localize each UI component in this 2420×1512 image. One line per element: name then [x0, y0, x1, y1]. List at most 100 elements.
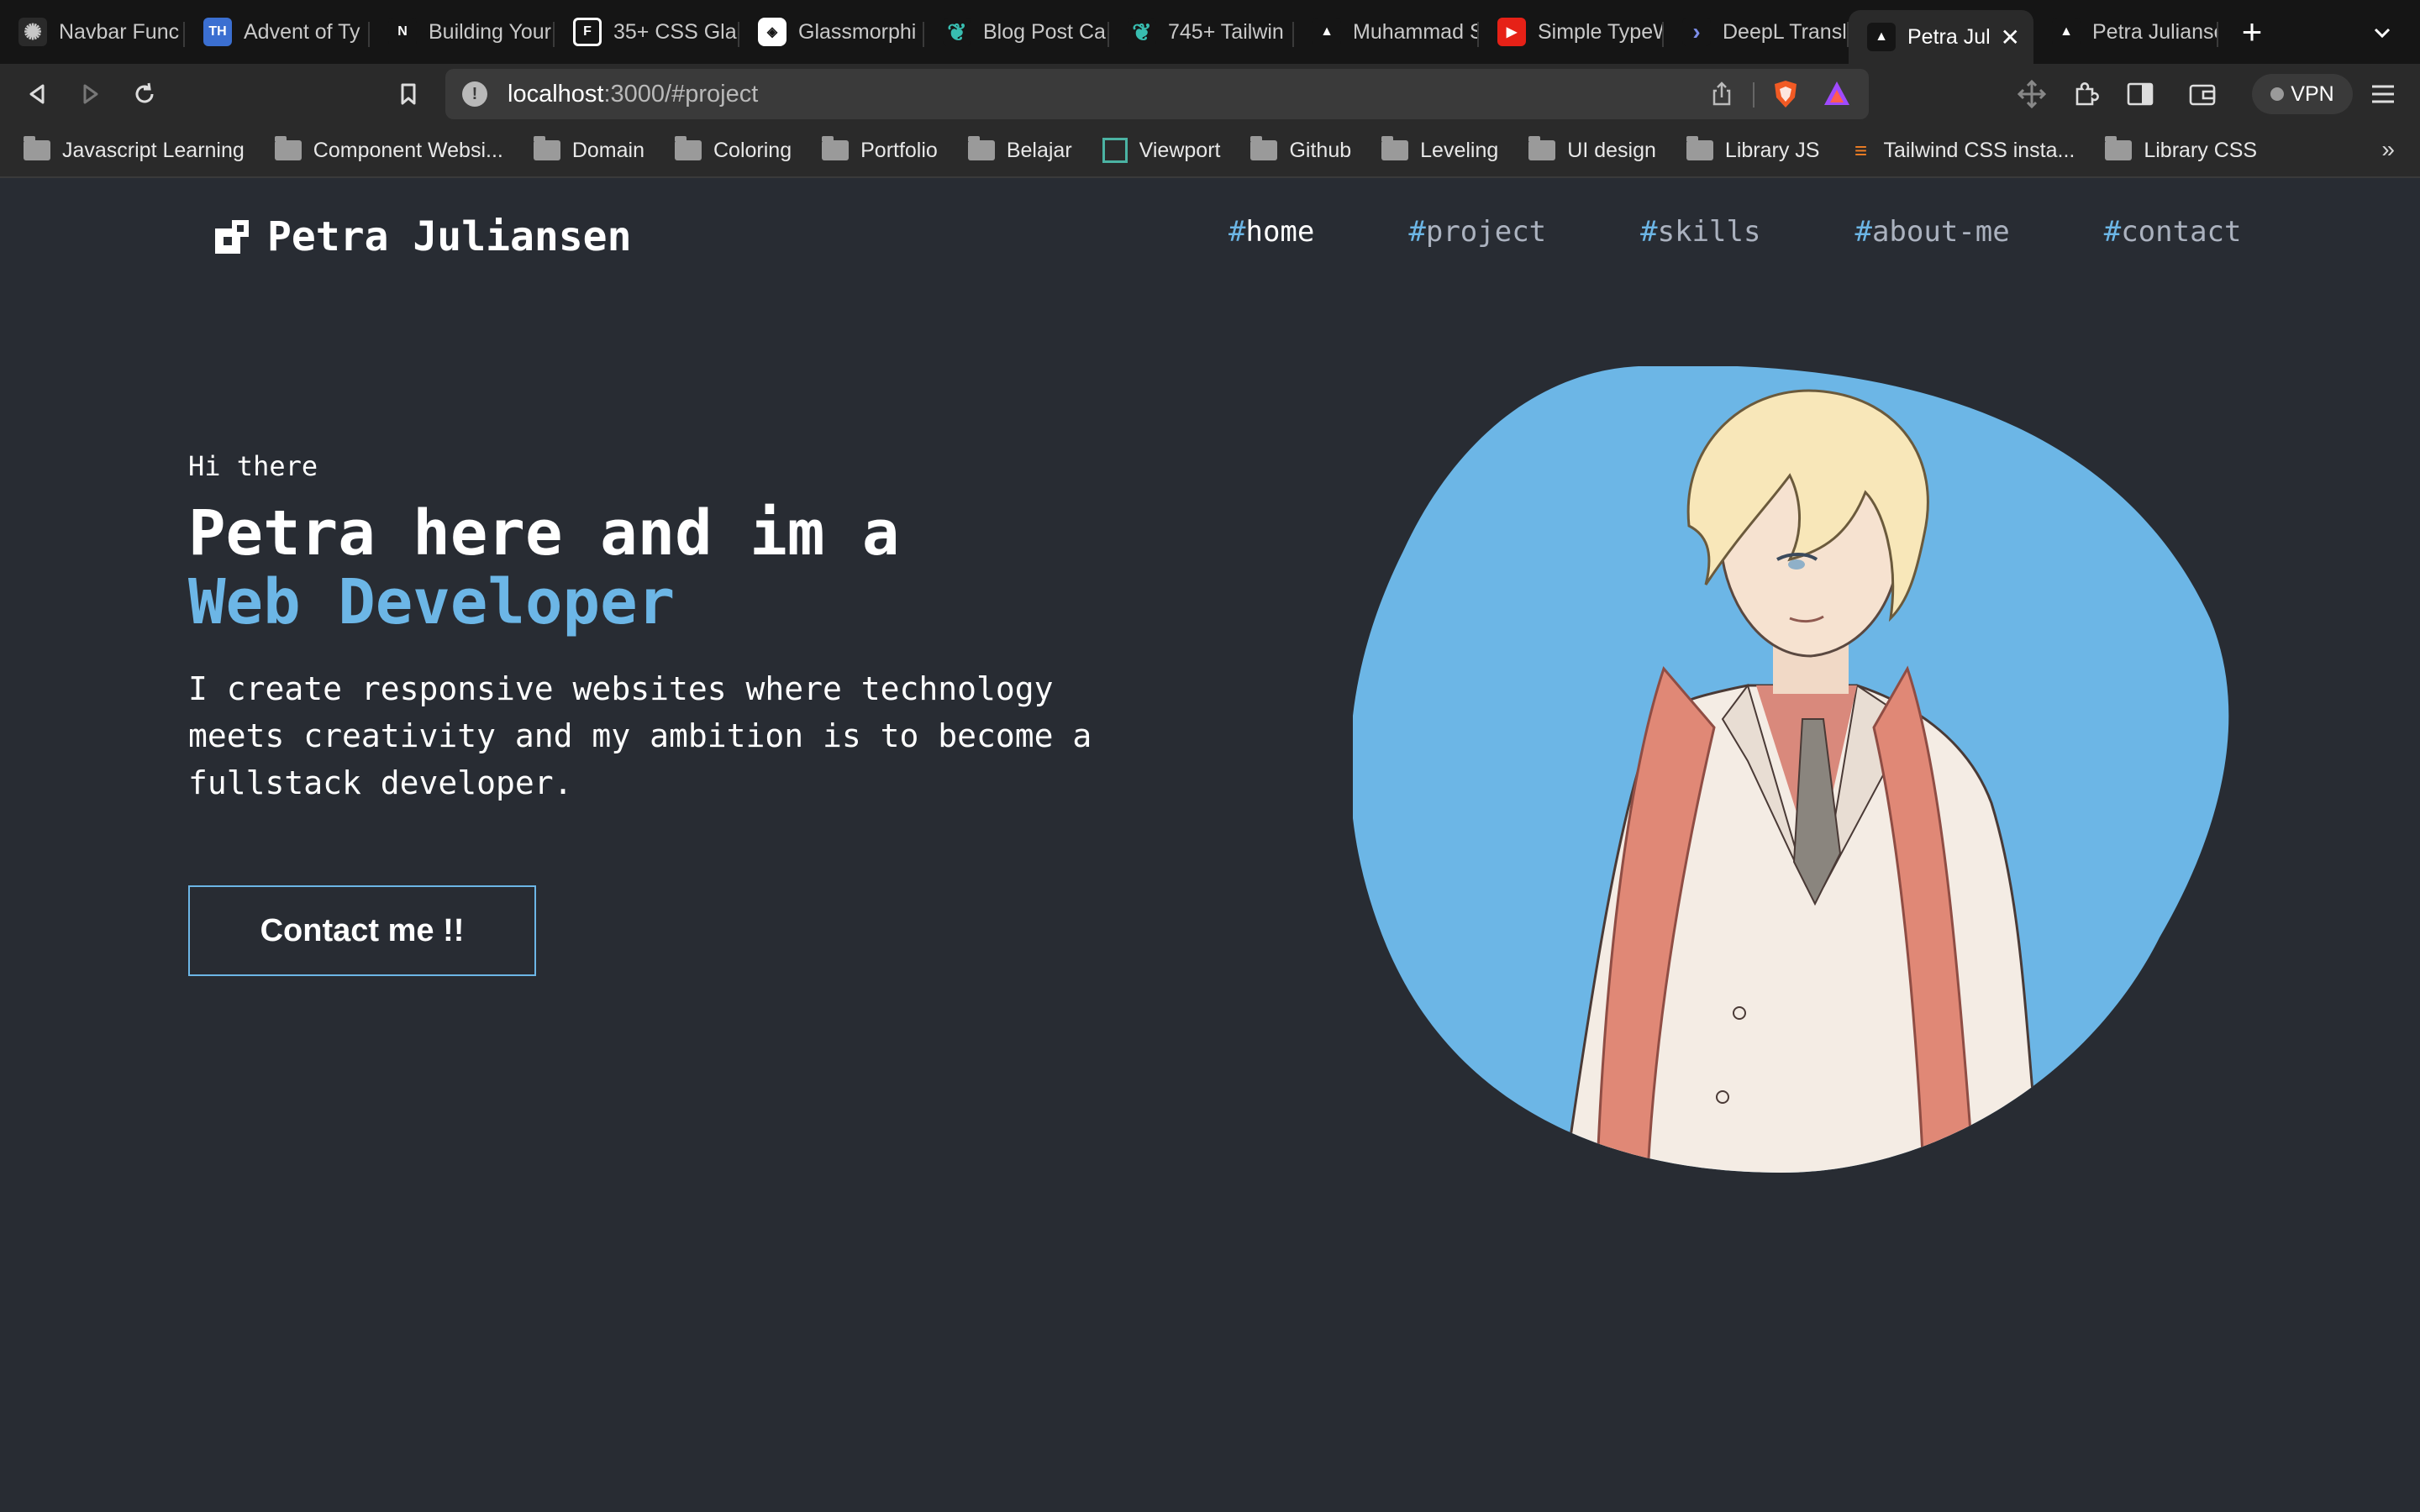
reload-icon	[135, 82, 154, 103]
bookmark-item[interactable]: UI design	[1528, 136, 1656, 163]
bookmark-item[interactable]: Component Websi...	[274, 136, 503, 163]
menu-icon[interactable]	[2370, 82, 2396, 106]
folder-icon	[1250, 136, 1278, 160]
share-icon[interactable]	[1709, 81, 1734, 108]
folder-icon	[675, 136, 702, 160]
leaf-icon: ❦	[943, 18, 971, 46]
nav-hash: #	[1854, 215, 1872, 249]
bookmark-list: Javascript Learning Component Websi... Dom…	[24, 136, 2287, 163]
brand[interactable]: Petra Juliansen	[215, 213, 631, 260]
bookmark-item[interactable]: Javascript Learning	[24, 136, 245, 163]
folder-icon	[533, 136, 560, 160]
extensions-icon[interactable]	[2070, 79, 2101, 109]
bookmark-item[interactable]: Domain	[533, 136, 644, 163]
vercel-icon: ▲	[1867, 23, 1896, 51]
bookmark-item[interactable]: Coloring	[675, 136, 792, 163]
bookmark-icon	[401, 83, 416, 105]
typehero-icon: TH	[203, 18, 232, 46]
vercel-icon: ▲	[1313, 18, 1341, 46]
nav-label: project	[1425, 215, 1547, 249]
glass-icon: ◈	[758, 18, 786, 46]
browser-tab[interactable]: › DeepL Transl	[1664, 0, 1849, 64]
bookmark-item[interactable]: Portfolio	[822, 136, 938, 163]
hero-illustration	[1353, 366, 2229, 1173]
sidebar-icon[interactable]	[2126, 81, 2154, 108]
bookmark-label: UI design	[1567, 138, 1656, 162]
browser-tab[interactable]: TH Advent of Ty	[185, 0, 370, 64]
vpn-label: VPN	[2291, 81, 2334, 106]
browser-tab[interactable]: ✺ Navbar Func	[0, 0, 185, 64]
bookmark-label: Library JS	[1724, 138, 1820, 162]
folder-icon	[1381, 136, 1409, 160]
browser-tab[interactable]: ◈ Glassmorphi	[739, 0, 924, 64]
bookmark-item[interactable]: Leveling	[1381, 136, 1499, 163]
nav-link-home[interactable]: #home	[1228, 215, 1314, 249]
tab-search-icon[interactable]	[2370, 20, 2395, 45]
back-button[interactable]	[22, 79, 52, 109]
brand-name: Petra Juliansen	[267, 213, 632, 260]
browser-tab[interactable]: ▶ Simple TypeW	[1479, 0, 1664, 64]
reload-button[interactable]	[129, 79, 160, 109]
url-text[interactable]: localhost:3000/#project	[508, 81, 758, 108]
url-path: :3000/#project	[603, 80, 759, 108]
nav-hash: #	[1408, 215, 1426, 249]
browser-tab[interactable]: ▲ Petra Juliansen ✕	[1849, 10, 2033, 64]
nav-link-contact[interactable]: #contact	[2104, 215, 2242, 249]
folder-icon	[967, 136, 995, 160]
bookmark-label: Leveling	[1420, 138, 1499, 162]
nav-label: home	[1245, 215, 1315, 249]
browser-toolbar: ! localhost:3000/#project VPN	[0, 64, 2420, 124]
tab-title: Blog Post Ca	[983, 19, 1106, 44]
notion-icon: N	[388, 18, 417, 46]
browser-tab[interactable]: ▲ Muhammad S	[1294, 0, 1479, 64]
back-icon	[29, 84, 45, 104]
bookmark-button[interactable]	[393, 79, 424, 109]
hero-greeting: Hi there	[188, 450, 318, 482]
nav-link-about-me[interactable]: #about-me	[1854, 215, 2009, 249]
bookmark-item[interactable]: Viewport	[1102, 138, 1221, 163]
bookmark-item[interactable]: Library CSS	[2105, 136, 2257, 163]
tab-title: Simple TypeW	[1538, 19, 1664, 44]
nav-label: skills	[1657, 215, 1761, 249]
bookmark-label: Portfolio	[860, 138, 938, 162]
drag-handle-icon[interactable]	[2017, 79, 2047, 109]
close-tab-icon[interactable]: ✕	[2001, 24, 2020, 51]
bookmarks-overflow-button[interactable]: »	[2381, 136, 2395, 163]
folder-icon	[1528, 136, 1556, 160]
bookmark-label: Viewport	[1139, 138, 1221, 162]
vpn-button[interactable]: VPN	[2252, 74, 2353, 114]
bookmark-label: Domain	[571, 138, 644, 162]
nav-hash: #	[1228, 215, 1246, 249]
bookmark-item[interactable]: Library JS	[1686, 136, 1820, 163]
wallet-icon[interactable]	[2188, 81, 2217, 108]
new-tab-button[interactable]: +	[2218, 0, 2286, 64]
bookmark-label: Tailwind CSS insta...	[1883, 138, 2075, 162]
hero-text: Hi there Petra here and im a Web Develop…	[188, 450, 1155, 806]
nav-link-skills[interactable]: #skills	[1640, 215, 1760, 249]
forward-button[interactable]	[76, 79, 106, 109]
bookmark-label: Coloring	[713, 138, 792, 162]
browser-tab[interactable]: ❦ Blog Post Ca	[924, 0, 1109, 64]
folder-icon	[274, 136, 302, 160]
tab-strip: ✺ Navbar Func TH Advent of Ty N Building Your…	[0, 0, 2420, 64]
browser-tab[interactable]: F 35+ CSS Gla	[555, 0, 739, 64]
browser-tab[interactable]: N Building Your	[370, 0, 555, 64]
browser-tab[interactable]: ❦ 745+ Tailwin	[1109, 0, 1294, 64]
bookmark-item[interactable]: Belajar	[967, 136, 1072, 163]
nav-link-project[interactable]: #project	[1408, 215, 1546, 249]
bookmark-item[interactable]: Github	[1250, 136, 1351, 163]
contact-me-button[interactable]: Contact me !!	[188, 885, 536, 976]
browser-tab[interactable]: ▲ Petra Juliansen	[2033, 0, 2218, 64]
logo-icon	[215, 220, 249, 254]
leaf-icon: ❦	[1128, 18, 1156, 46]
brave-rewards-icon[interactable]	[1822, 79, 1852, 108]
address-bar[interactable]: ! localhost:3000/#project	[445, 69, 1869, 119]
tab-title: Navbar Func	[59, 19, 180, 44]
folder-icon	[822, 136, 850, 160]
brave-shields-icon[interactable]	[1771, 79, 1800, 109]
tab-title: 745+ Tailwin	[1168, 19, 1284, 44]
site-info-icon[interactable]: !	[462, 81, 487, 107]
tab-title: DeepL Transl	[1723, 19, 1847, 44]
bookmark-label: Component Websi...	[313, 138, 503, 162]
bookmark-item[interactable]: ≡ Tailwind CSS insta...	[1849, 138, 2075, 163]
